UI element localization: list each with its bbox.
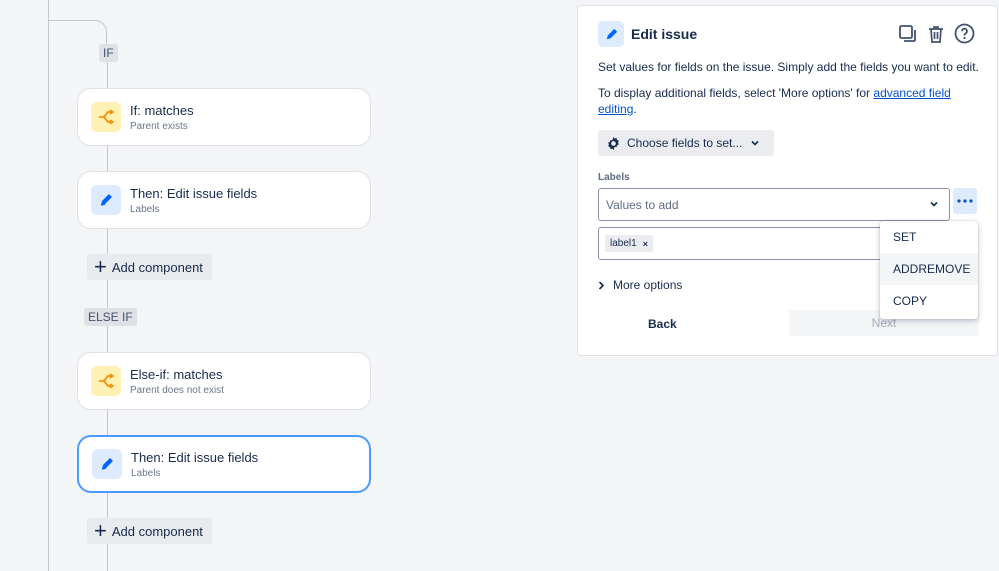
remove-chip-icon[interactable]: × [643, 239, 648, 249]
pencil-icon [92, 449, 122, 479]
chip-label: label1 [610, 238, 637, 249]
panel-header: Edit issue [598, 21, 697, 47]
add-component-button[interactable]: + Add component [87, 254, 212, 280]
add-component-label: Add component [111, 259, 203, 275]
branch-icon [91, 366, 121, 396]
menu-item-set[interactable]: SET [880, 221, 978, 253]
card-title: Then: Edit issue fields [130, 185, 258, 201]
trash-icon[interactable] [926, 24, 946, 49]
choose-fields-button[interactable]: Choose fields to set... [598, 130, 774, 156]
add-component-label: Add component [111, 523, 203, 539]
menu-item-copy[interactable]: COPY [880, 285, 978, 317]
card-title: If: matches [130, 102, 194, 118]
chevron-right-icon [598, 280, 605, 290]
branch-icon [91, 102, 121, 132]
more-options-toggle[interactable]: More options [598, 278, 682, 292]
card-subtitle: Parent exists [130, 120, 188, 132]
panel-description: Set values for fields on the issue. Simp… [598, 60, 979, 74]
condition-card-if[interactable]: If: matches Parent exists [77, 88, 371, 146]
panel-title: Edit issue [631, 26, 698, 42]
card-subtitle: Labels [131, 467, 161, 479]
labels-chip-input[interactable]: label1 × [598, 227, 898, 260]
add-component-button[interactable]: + Add component [87, 518, 212, 544]
help-icon[interactable] [954, 23, 975, 49]
duplicate-icon[interactable] [898, 24, 918, 49]
card-subtitle: Labels [130, 203, 160, 215]
more-options-label: More options [613, 278, 683, 292]
display-text-end: . [633, 102, 637, 116]
action-card-then-1[interactable]: Then: Edit issue fields Labels [77, 171, 371, 229]
labels-field-label: Labels [598, 172, 630, 183]
if-tag: IF [99, 44, 118, 62]
choose-fields-label: Choose fields to set... [627, 136, 743, 150]
menu-item-addremove[interactable]: ADDREMOVE [880, 253, 978, 285]
labels-values-select[interactable]: Values to add [598, 188, 950, 221]
chevron-down-icon [750, 138, 760, 148]
display-text: To display additional fields, select 'Mo… [598, 86, 874, 100]
flow-trunk-line [48, 0, 49, 571]
pencil-icon [91, 185, 121, 215]
condition-card-else-if[interactable]: Else-if: matches Parent does not exist [77, 352, 371, 410]
plus-icon: + [94, 254, 107, 279]
card-title: Then: Edit issue fields [131, 449, 259, 465]
else-if-tag: ELSE IF [84, 308, 137, 326]
chevron-down-icon [929, 198, 939, 212]
panel-toolbar [898, 23, 975, 49]
display-info-text: To display additional fields, select 'Mo… [598, 85, 978, 117]
action-card-then-2[interactable]: Then: Edit issue fields Labels [77, 435, 371, 493]
operation-dropdown-menu: SET ADDREMOVE COPY [880, 221, 978, 319]
ellipsis-icon [957, 199, 973, 203]
plus-icon: + [94, 518, 107, 543]
back-button[interactable]: Back [648, 317, 677, 331]
card-title: Else-if: matches [130, 366, 223, 382]
gear-icon [606, 136, 621, 151]
select-placeholder: Values to add [606, 197, 679, 212]
more-actions-button[interactable] [953, 188, 977, 214]
label-chip: label1 × [605, 235, 653, 252]
card-subtitle: Parent does not exist [130, 384, 224, 396]
pencil-icon [598, 21, 624, 47]
